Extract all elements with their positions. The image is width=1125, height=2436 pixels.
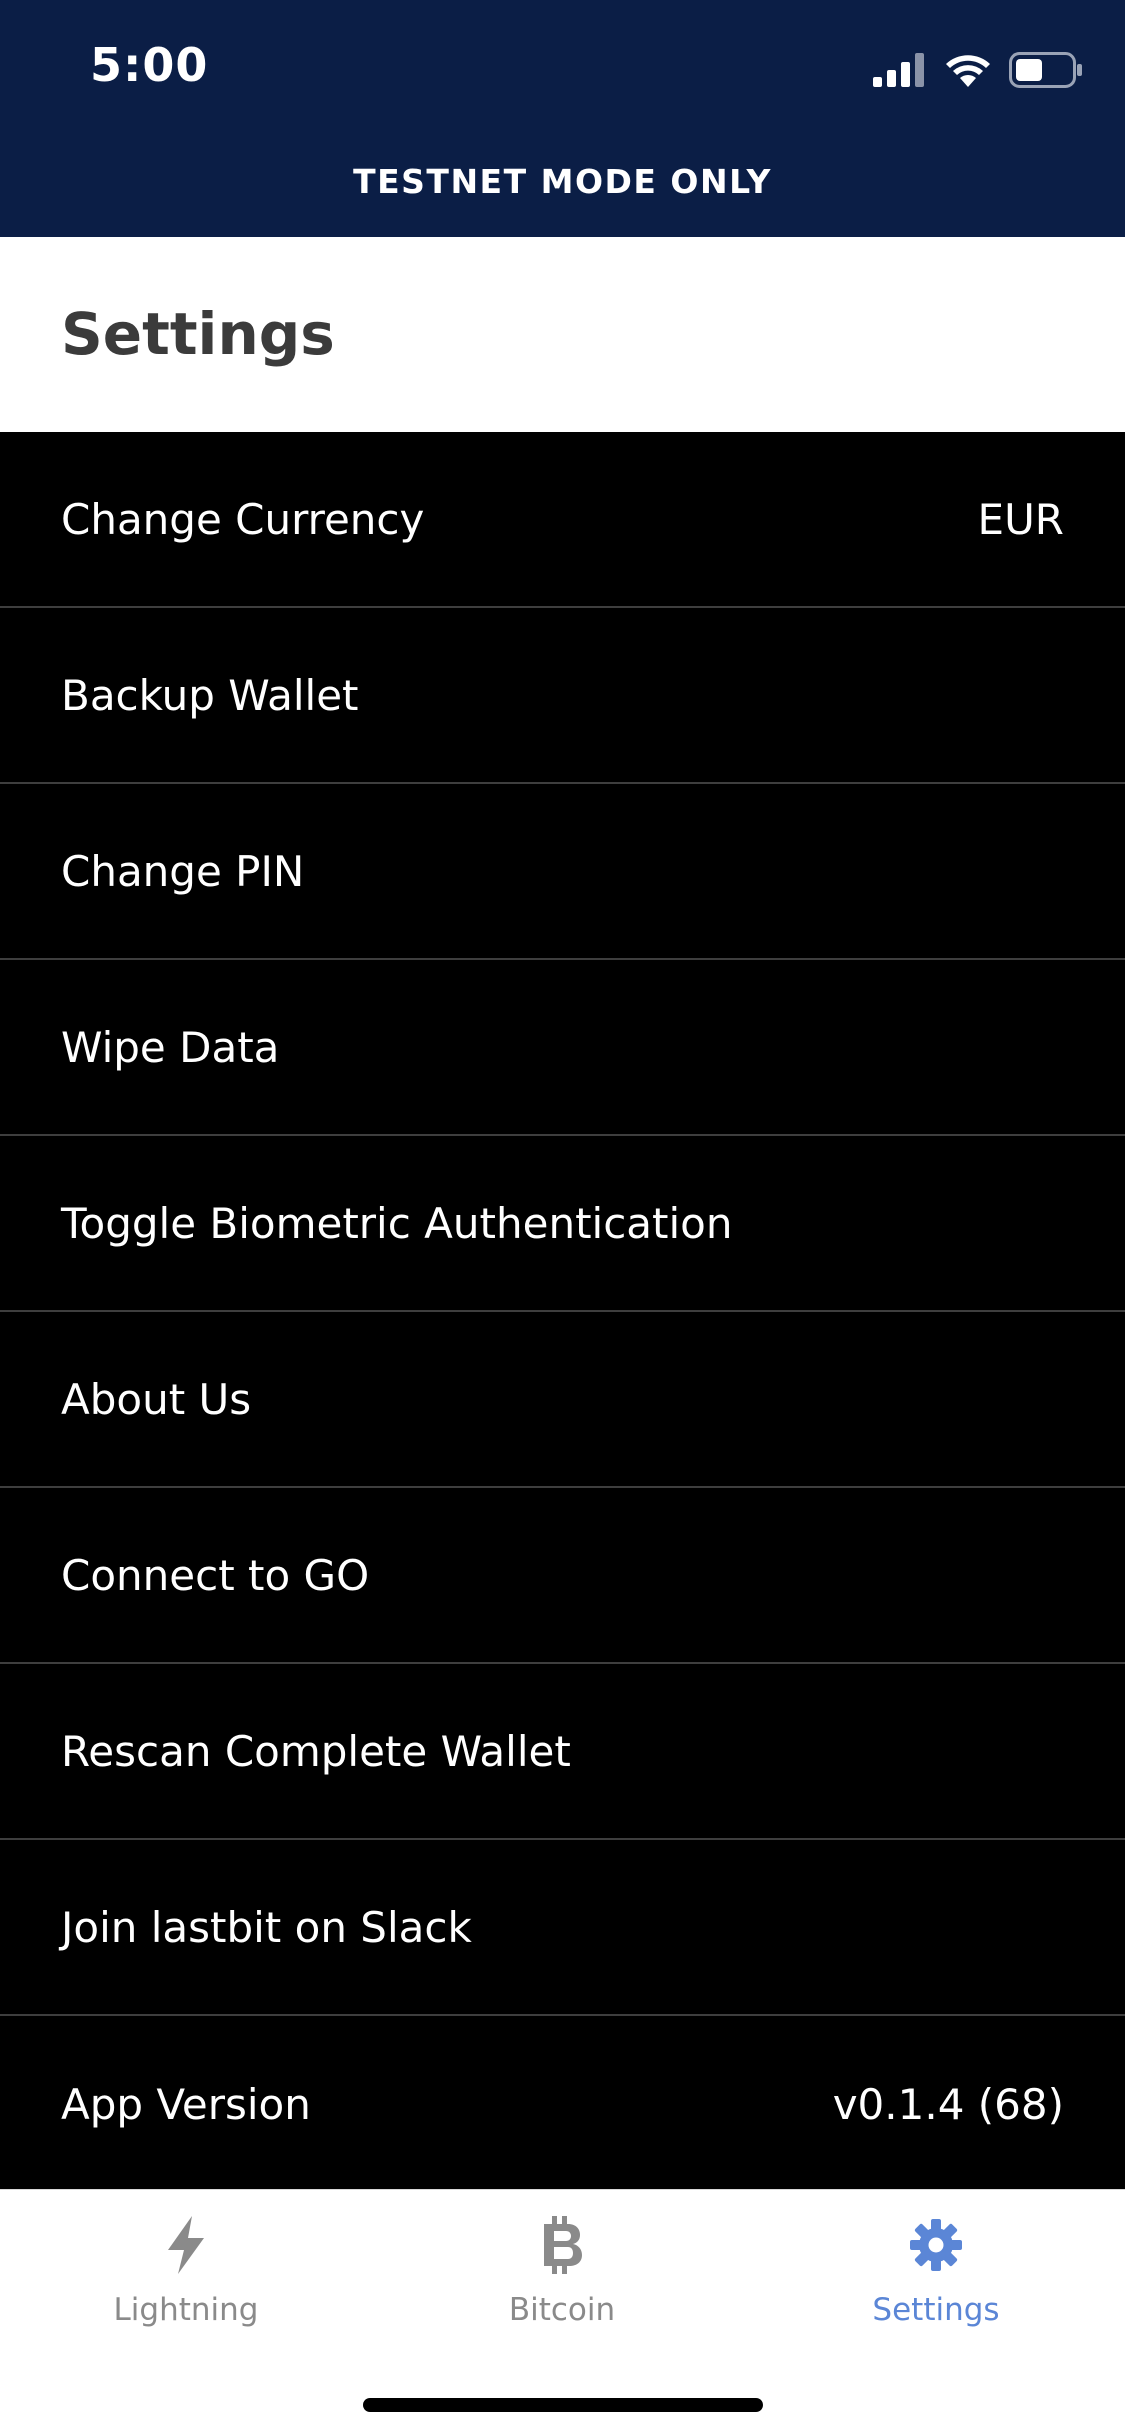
tab-label: Bitcoin	[508, 2292, 616, 2328]
settings-item-label: Connect to GO	[61, 1550, 370, 1600]
tab-label: Settings	[872, 2292, 1000, 2328]
app-version-value: v0.1.4 (68)	[832, 2079, 1064, 2129]
settings-item-backup-wallet[interactable]: Backup Wallet	[0, 608, 1125, 784]
settings-item-label: Rescan Complete Wallet	[61, 1726, 571, 1776]
gear-icon	[910, 2219, 962, 2271]
settings-list: Change Currency EUR Backup Wallet Change…	[0, 432, 1125, 2189]
home-indicator[interactable]	[363, 2398, 763, 2412]
tab-bitcoin[interactable]: Bitcoin	[432, 2212, 692, 2328]
tab-settings[interactable]: Settings	[806, 2212, 1066, 2328]
settings-item-change-currency[interactable]: Change Currency EUR	[0, 432, 1125, 608]
bitcoin-icon	[544, 2216, 582, 2274]
settings-item-label: App Version	[61, 2079, 311, 2129]
top-bar: 5:00 TESTNET MODE ONLY	[0, 0, 1125, 237]
page-title: Settings	[61, 300, 335, 368]
battery-icon	[1009, 52, 1082, 88]
testnet-banner: TESTNET MODE ONLY	[353, 162, 772, 201]
status-icons	[873, 50, 1083, 90]
page-header: Settings	[0, 237, 1125, 432]
settings-item-label: Change PIN	[61, 846, 305, 896]
settings-item-toggle-biometric[interactable]: Toggle Biometric Authentication	[0, 1136, 1125, 1312]
settings-item-wipe-data[interactable]: Wipe Data	[0, 960, 1125, 1136]
signal-icon	[873, 53, 924, 87]
settings-item-label: Wipe Data	[61, 1022, 280, 1072]
settings-item-label: Change Currency	[61, 494, 425, 544]
status-time: 5:00	[90, 38, 209, 92]
tab-label: Lightning	[113, 2292, 259, 2328]
settings-item-label: Backup Wallet	[61, 670, 359, 720]
wifi-icon	[946, 55, 990, 87]
settings-item-label: Join lastbit on Slack	[61, 1902, 472, 1952]
settings-item-join-slack[interactable]: Join lastbit on Slack	[0, 1840, 1125, 2016]
settings-item-app-version: App Version v0.1.4 (68)	[0, 2016, 1125, 2192]
settings-item-connect-go[interactable]: Connect to GO	[0, 1488, 1125, 1664]
settings-item-change-pin[interactable]: Change PIN	[0, 784, 1125, 960]
settings-item-label: Toggle Biometric Authentication	[61, 1198, 733, 1248]
tab-lightning[interactable]: Lightning	[56, 2212, 316, 2328]
currency-value: EUR	[977, 494, 1064, 544]
lightning-icon	[168, 2216, 204, 2274]
settings-item-rescan-wallet[interactable]: Rescan Complete Wallet	[0, 1664, 1125, 1840]
settings-item-about-us[interactable]: About Us	[0, 1312, 1125, 1488]
settings-item-label: About Us	[61, 1374, 252, 1424]
